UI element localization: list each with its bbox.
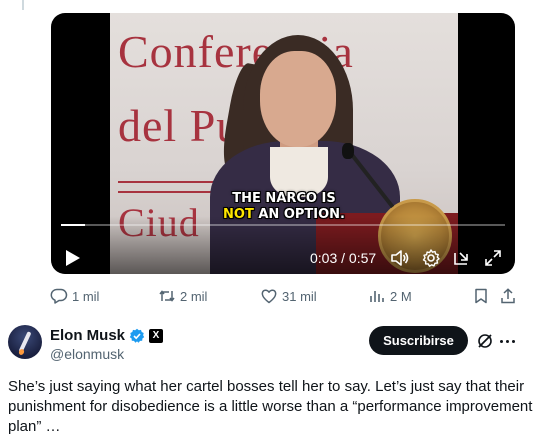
caption-line-1: THE NARCO IS: [232, 191, 336, 206]
repost-icon: [159, 290, 175, 302]
exit-fullscreen-icon[interactable]: [452, 248, 472, 268]
verified-icon[interactable]: [129, 328, 145, 344]
video-controls: 0:03 / 0:57: [51, 216, 515, 274]
reply-count: 1 mil: [72, 288, 100, 304]
views-icon: [370, 291, 384, 302]
more-icon[interactable]: [500, 334, 518, 348]
views-count: 2 M: [390, 288, 412, 304]
x-badge[interactable]: X: [149, 328, 164, 343]
author-name-row: Elon Musk X: [50, 327, 164, 344]
like-button[interactable]: 31 mil: [260, 285, 317, 307]
progress-bar[interactable]: [61, 224, 505, 226]
author-name[interactable]: Elon Musk: [50, 327, 125, 344]
views-button[interactable]: 2 M: [368, 285, 412, 307]
reply-button[interactable]: 1 mil: [50, 285, 99, 307]
microphone-head: [342, 143, 354, 159]
bookmark-button[interactable]: [472, 285, 494, 307]
play-icon[interactable]: [65, 249, 81, 267]
tweet-actions: 1 mil 2 mil 31 mil 2 M: [0, 285, 556, 307]
progress-fill: [61, 224, 85, 226]
repost-count: 2 mil: [180, 288, 208, 304]
settings-icon[interactable]: [421, 248, 441, 268]
like-icon: [261, 289, 277, 304]
volume-icon[interactable]: [390, 248, 410, 268]
like-count: 31 mil: [282, 288, 317, 304]
grok-icon[interactable]: [476, 332, 494, 350]
tweet-text: She’s just saying what her cartel bosses…: [8, 378, 533, 435]
bookmark-icon: [475, 288, 487, 304]
video-player[interactable]: Conferencia del Pueblo Ciud THE NARCO IS…: [51, 13, 515, 274]
thread-line: [22, 0, 24, 10]
avatar-flame: [17, 348, 26, 356]
share-button[interactable]: [499, 285, 521, 307]
reply-icon: [50, 288, 68, 304]
fullscreen-icon[interactable]: [483, 248, 503, 268]
video-time: 0:03 / 0:57: [310, 250, 377, 266]
share-icon: [501, 288, 515, 304]
repost-button[interactable]: 2 mil: [158, 285, 207, 307]
author-handle[interactable]: @elonmusk: [50, 346, 124, 362]
avatar[interactable]: [8, 325, 42, 359]
speaker-face: [260, 51, 336, 147]
speaker-shirt: [270, 147, 328, 197]
subscribe-button[interactable]: Suscribirse: [369, 326, 468, 355]
